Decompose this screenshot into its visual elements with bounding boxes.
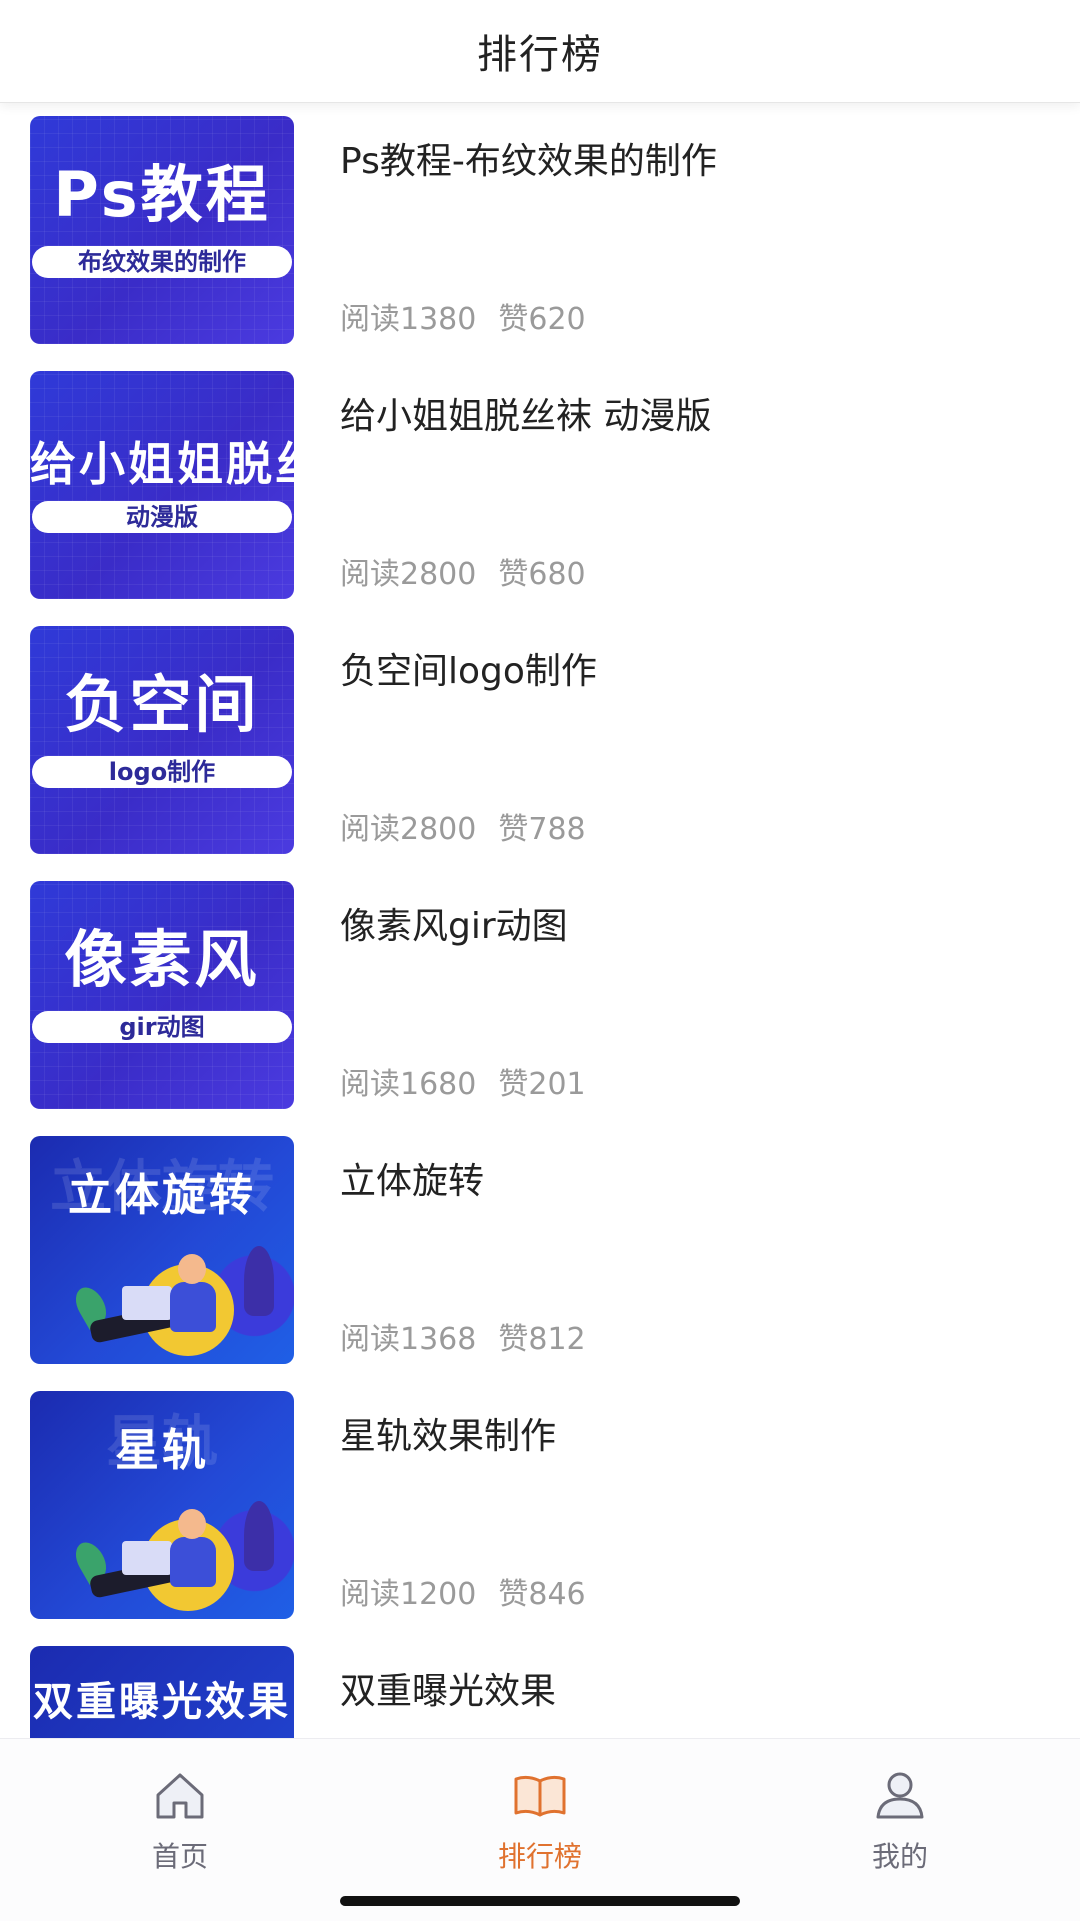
item-stats: 阅读1380 赞620 xyxy=(340,294,586,338)
list-item[interactable]: 负空间 logo制作 负空间logo制作 阅读2800 赞788 xyxy=(0,614,1080,869)
read-count: 阅读1200 xyxy=(340,1577,477,1612)
like-count: 赞812 xyxy=(498,1322,586,1357)
thumbnail-title: 像素风 xyxy=(64,923,260,996)
read-count: 阅读2800 xyxy=(340,557,477,592)
thumbnail-title: 给小姐姐脱丝袜 xyxy=(30,437,294,491)
thumbnail-title: 立体旋转 xyxy=(68,1170,256,1221)
read-count: 阅读2800 xyxy=(340,812,477,847)
item-stats: 阅读2800 赞680 xyxy=(340,549,586,593)
item-title: Ps教程-布纹效果的制作 xyxy=(340,141,717,182)
item-title: 星轨效果制作 xyxy=(340,1416,557,1457)
like-count: 赞201 xyxy=(498,1067,586,1102)
item-stats: 阅读1200 赞846 xyxy=(340,1569,586,1613)
illustration-person xyxy=(170,1282,216,1332)
like-count: 赞680 xyxy=(498,557,586,592)
list-item[interactable]: Ps教程 布纹效果的制作 Ps教程-布纹效果的制作 阅读1380 赞620 xyxy=(0,104,1080,359)
home-indicator[interactable] xyxy=(340,1896,740,1906)
thumbnail: 给小姐姐脱丝袜 动漫版 xyxy=(30,371,294,599)
list-item[interactable]: 立体旋转 立体旋转 立体旋转 阅读1368 赞812 xyxy=(0,1124,1080,1379)
list-item[interactable]: 像素风 gir动图 像素风gir动图 阅读1680 赞201 xyxy=(0,869,1080,1124)
tab-mine[interactable]: 我的 xyxy=(800,1739,1000,1879)
read-count: 阅读1368 xyxy=(340,1322,477,1357)
thumbnail: 立体旋转 立体旋转 xyxy=(30,1136,294,1364)
list-item[interactable]: 双重曝光效果 双重曝光效果 xyxy=(0,1634,1080,1738)
thumbnail: 像素风 gir动图 xyxy=(30,881,294,1109)
illustration-person xyxy=(170,1537,216,1587)
thumbnail-title: 负空间 xyxy=(64,668,260,741)
item-stats: 阅读1680 赞201 xyxy=(340,1059,586,1103)
illustration-plant xyxy=(244,1246,274,1316)
item-title: 负空间logo制作 xyxy=(340,651,597,692)
user-icon xyxy=(876,1772,924,1819)
thumbnail-title: 星轨 xyxy=(115,1425,209,1476)
thumbnail-title: Ps教程 xyxy=(53,158,271,231)
tab-label: 首页 xyxy=(151,1840,208,1873)
item-title: 像素风gir动图 xyxy=(340,906,568,947)
thumbnail: 星轨 星轨 xyxy=(30,1391,294,1619)
top-bar: 排行榜 xyxy=(0,0,1080,103)
thumbnail-subtitle: 布纹效果的制作 xyxy=(32,246,292,278)
thumbnail: Ps教程 布纹效果的制作 xyxy=(30,116,294,344)
thumbnail-subtitle: gir动图 xyxy=(32,1011,292,1043)
read-count: 阅读1380 xyxy=(340,302,477,337)
read-count: 阅读1680 xyxy=(340,1067,477,1102)
list-item[interactable]: 星轨 星轨 星轨效果制作 阅读1200 赞846 xyxy=(0,1379,1080,1634)
thumbnail: 双重曝光效果 xyxy=(30,1646,294,1738)
thumbnail-subtitle: logo制作 xyxy=(32,756,292,788)
tab-label: 排行榜 xyxy=(497,1840,582,1873)
like-count: 赞620 xyxy=(498,302,586,337)
book-icon xyxy=(514,1775,566,1817)
illustration-laptop xyxy=(122,1541,172,1575)
thumbnail-subtitle: 动漫版 xyxy=(32,501,292,533)
tab-home[interactable]: 首页 xyxy=(80,1739,280,1879)
like-count: 赞788 xyxy=(498,812,586,847)
item-stats: 阅读2800 赞788 xyxy=(340,804,586,848)
illustration-head xyxy=(178,1254,206,1284)
bottom-tab-bar: 首页 排行榜 我的 xyxy=(0,1738,1080,1921)
tab-ranking[interactable]: 排行榜 xyxy=(440,1739,640,1879)
page-title: 排行榜 xyxy=(477,32,603,78)
item-title: 给小姐姐脱丝袜 动漫版 xyxy=(340,396,712,437)
illustration-laptop xyxy=(122,1286,172,1320)
item-title: 双重曝光效果 xyxy=(340,1671,557,1712)
item-title: 立体旋转 xyxy=(340,1161,485,1202)
illustration-head xyxy=(178,1509,206,1539)
tab-label: 我的 xyxy=(871,1840,928,1873)
illustration-plant xyxy=(244,1501,274,1571)
thumbnail-title: 双重曝光效果 xyxy=(33,1679,291,1725)
list-item[interactable]: 给小姐姐脱丝袜 动漫版 给小姐姐脱丝袜 动漫版 阅读2800 赞680 xyxy=(0,359,1080,614)
item-stats: 阅读1368 赞812 xyxy=(340,1314,586,1358)
thumbnail: 负空间 logo制作 xyxy=(30,626,294,854)
ranking-list[interactable]: Ps教程 布纹效果的制作 Ps教程-布纹效果的制作 阅读1380 赞620 给小姐… xyxy=(0,104,1080,1738)
like-count: 赞846 xyxy=(498,1577,586,1612)
home-icon xyxy=(156,1773,204,1819)
